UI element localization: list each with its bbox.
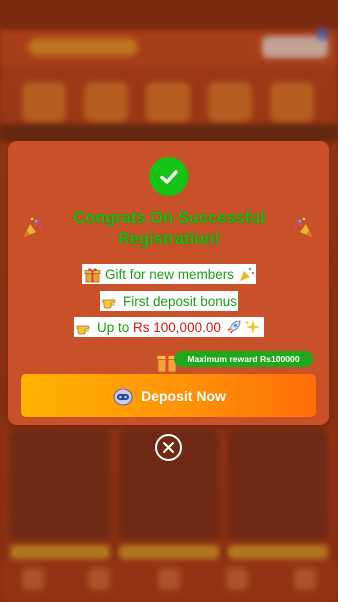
close-circle-icon[interactable] bbox=[155, 434, 182, 461]
first-deposit-line: First deposit bonus bbox=[100, 291, 238, 311]
sparkles-icon bbox=[244, 319, 260, 334]
first-deposit-text: First deposit bonus bbox=[123, 293, 238, 309]
max-reward-badge: Maximum reward Rs100000 bbox=[174, 351, 313, 367]
pointing-hand-icon bbox=[76, 325, 90, 334]
check-circle-icon bbox=[149, 157, 188, 196]
modal-title: Congrats On Successful Registration! bbox=[73, 209, 265, 248]
gift-line: Gift for new members bbox=[82, 264, 256, 284]
deposit-now-button[interactable]: Deposit Now bbox=[21, 374, 316, 417]
max-amount-line: Up to Rs 100,000.00 bbox=[74, 317, 264, 337]
gift-icon bbox=[84, 267, 101, 282]
close-icon bbox=[163, 442, 174, 453]
gift-line-text: Gift for new members bbox=[105, 266, 235, 282]
party-popper-icon bbox=[240, 267, 255, 281]
max-amount-value: Rs 100,000.00 bbox=[133, 319, 221, 335]
rocket-icon bbox=[226, 320, 241, 334]
deposit-now-label: Deposit Now bbox=[141, 387, 226, 404]
max-amount-prefix: Up to bbox=[97, 319, 134, 335]
pointing-hand-icon bbox=[102, 299, 116, 308]
robot-icon bbox=[113, 385, 133, 405]
